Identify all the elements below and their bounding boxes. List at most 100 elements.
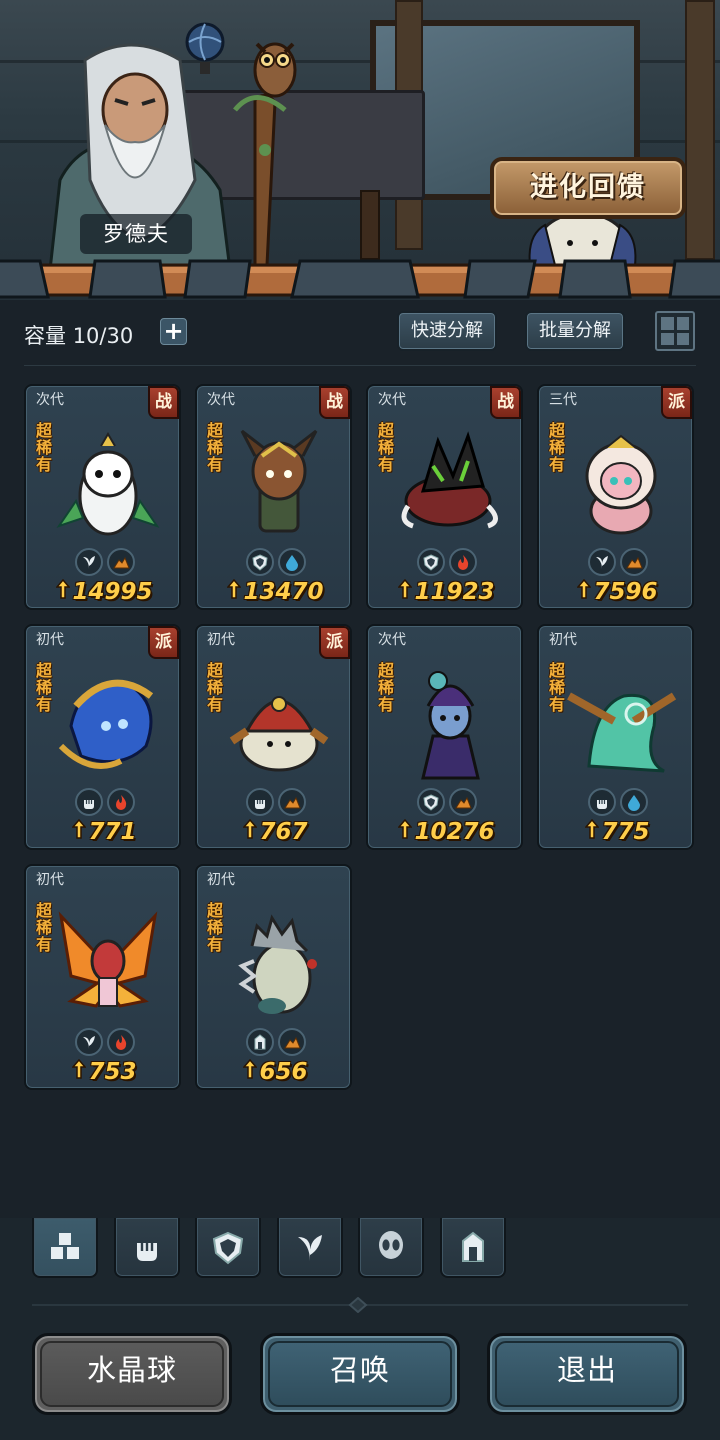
power-number: 7596 <box>593 579 658 605</box>
type-icon-slot <box>277 1028 306 1056</box>
alien-head-icon <box>379 1231 403 1259</box>
power-value: 11923 <box>368 579 521 605</box>
role-badge: 战 <box>319 386 350 419</box>
type-icons <box>197 548 350 578</box>
power-value: 14995 <box>26 579 179 605</box>
filter-tab[interactable] <box>32 1218 98 1278</box>
generation-label: 初代 <box>36 872 64 888</box>
shield-icon <box>422 554 439 571</box>
type-icons <box>197 1028 350 1058</box>
power-arrow-icon <box>56 579 71 599</box>
decorative-rail <box>0 259 720 299</box>
type-icon-slot <box>74 788 103 816</box>
summon-button[interactable]: 召唤 <box>260 1333 460 1415</box>
crystal-ball-button-label: 水晶球 <box>86 1353 177 1387</box>
monster-portrait <box>56 432 160 536</box>
type-icon-slot <box>416 788 445 816</box>
monster-card[interactable]: 初代 超稀有 656 <box>195 864 352 1090</box>
monster-portrait <box>567 692 677 773</box>
monster-portrait <box>240 429 318 533</box>
filter-tab[interactable] <box>439 1218 506 1278</box>
role-badge: 派 <box>319 626 350 659</box>
power-number: 14995 <box>72 579 153 605</box>
generation-label: 初代 <box>207 872 235 888</box>
generation-label: 初代 <box>36 632 64 648</box>
power-arrow-icon <box>577 579 592 599</box>
fire-icon <box>115 1035 126 1050</box>
monster-portrait <box>58 911 158 1008</box>
earth-icon <box>112 556 130 569</box>
fire-icon <box>457 555 468 570</box>
exit-button[interactable]: 退出 <box>487 1333 687 1415</box>
earth-icon <box>283 1036 301 1049</box>
leaf-icon <box>595 556 608 569</box>
crystal-ball-button[interactable]: 水晶球 <box>32 1333 232 1415</box>
role-badge: 战 <box>490 386 521 419</box>
shield-icon <box>422 794 439 811</box>
type-icon-slot <box>245 548 274 576</box>
power-value: 656 <box>197 1059 350 1085</box>
power-number: 775 <box>601 819 650 845</box>
type-icons <box>539 788 692 818</box>
type-icon-slot <box>587 548 616 576</box>
type-icon-slot <box>277 548 306 576</box>
monster-card[interactable]: 次代战超稀有 13470 <box>195 384 352 610</box>
monster-portrait <box>229 696 329 772</box>
capacity-value: 10/30 <box>72 324 134 348</box>
type-icon-slot <box>106 1028 135 1056</box>
role-badge: 战 <box>148 386 179 419</box>
power-number: 771 <box>88 819 137 845</box>
monster-card[interactable]: 次代战超稀有 14995 <box>24 384 181 610</box>
earth-icon <box>625 556 643 569</box>
add-capacity-button[interactable]: + <box>160 318 187 345</box>
type-icon-slot <box>74 1028 103 1056</box>
monster-portrait <box>58 679 154 769</box>
water-icon <box>285 555 298 571</box>
type-icon-slot <box>448 788 477 816</box>
generation-label: 次代 <box>207 392 235 408</box>
fist-icon <box>596 800 607 809</box>
type-icon-slot <box>587 788 616 816</box>
earth-icon <box>454 796 472 809</box>
type-icon-slot <box>245 1028 274 1056</box>
fire-icon <box>115 795 126 810</box>
power-value: 767 <box>197 819 350 845</box>
monster-card[interactable]: 初代 超稀有 753 <box>24 864 181 1090</box>
type-icon-slot <box>106 788 135 816</box>
power-arrow-icon <box>398 819 413 839</box>
monster-inventory-screen: { "header": { "npc_name": "罗德夫", "evolut… <box>0 0 720 1440</box>
filter-tab[interactable] <box>358 1218 424 1278</box>
power-arrow-icon <box>398 579 413 599</box>
power-number: 13470 <box>243 579 324 605</box>
monster-card[interactable]: 初代派超稀有 771 <box>24 624 181 850</box>
type-icons <box>539 548 692 578</box>
grid-view-icon[interactable] <box>655 311 695 351</box>
monster-card[interactable]: 次代战超稀有 11923 <box>366 384 523 610</box>
type-icon-slot <box>619 788 648 816</box>
batch-decompose-button[interactable]: 批量分解 <box>525 311 625 351</box>
filter-tab[interactable] <box>276 1218 343 1278</box>
type-icons <box>368 788 521 818</box>
monster-card[interactable]: 初代派超稀有 767 <box>195 624 352 850</box>
leaf-icon <box>82 556 95 569</box>
filter-tab[interactable] <box>113 1218 180 1278</box>
monster-portrait <box>421 671 480 780</box>
type-icon-slot <box>448 548 477 576</box>
monster-card[interactable]: 三代派超稀有 7596 <box>537 384 694 610</box>
evolution-reward-button[interactable]: 进化回馈 <box>490 157 686 219</box>
generation-label: 初代 <box>549 632 577 648</box>
power-value: 10276 <box>368 819 521 845</box>
power-arrow-icon <box>72 1059 87 1079</box>
type-icon-slot <box>619 548 648 576</box>
type-icon-slot <box>74 548 103 576</box>
filter-tab[interactable] <box>195 1218 261 1278</box>
monster-portrait <box>585 434 657 535</box>
all-blocks-icon <box>51 1233 79 1259</box>
monster-card[interactable]: 次代 超稀有 10276 <box>366 624 523 850</box>
type-icon-slot <box>245 788 274 816</box>
monster-card[interactable]: 初代 超稀有 775 <box>537 624 694 850</box>
power-arrow-icon <box>227 579 242 599</box>
quick-decompose-button[interactable]: 快速分解 <box>397 311 497 351</box>
type-icon-slot <box>277 788 306 816</box>
divider-ornament-icon <box>348 1297 368 1313</box>
